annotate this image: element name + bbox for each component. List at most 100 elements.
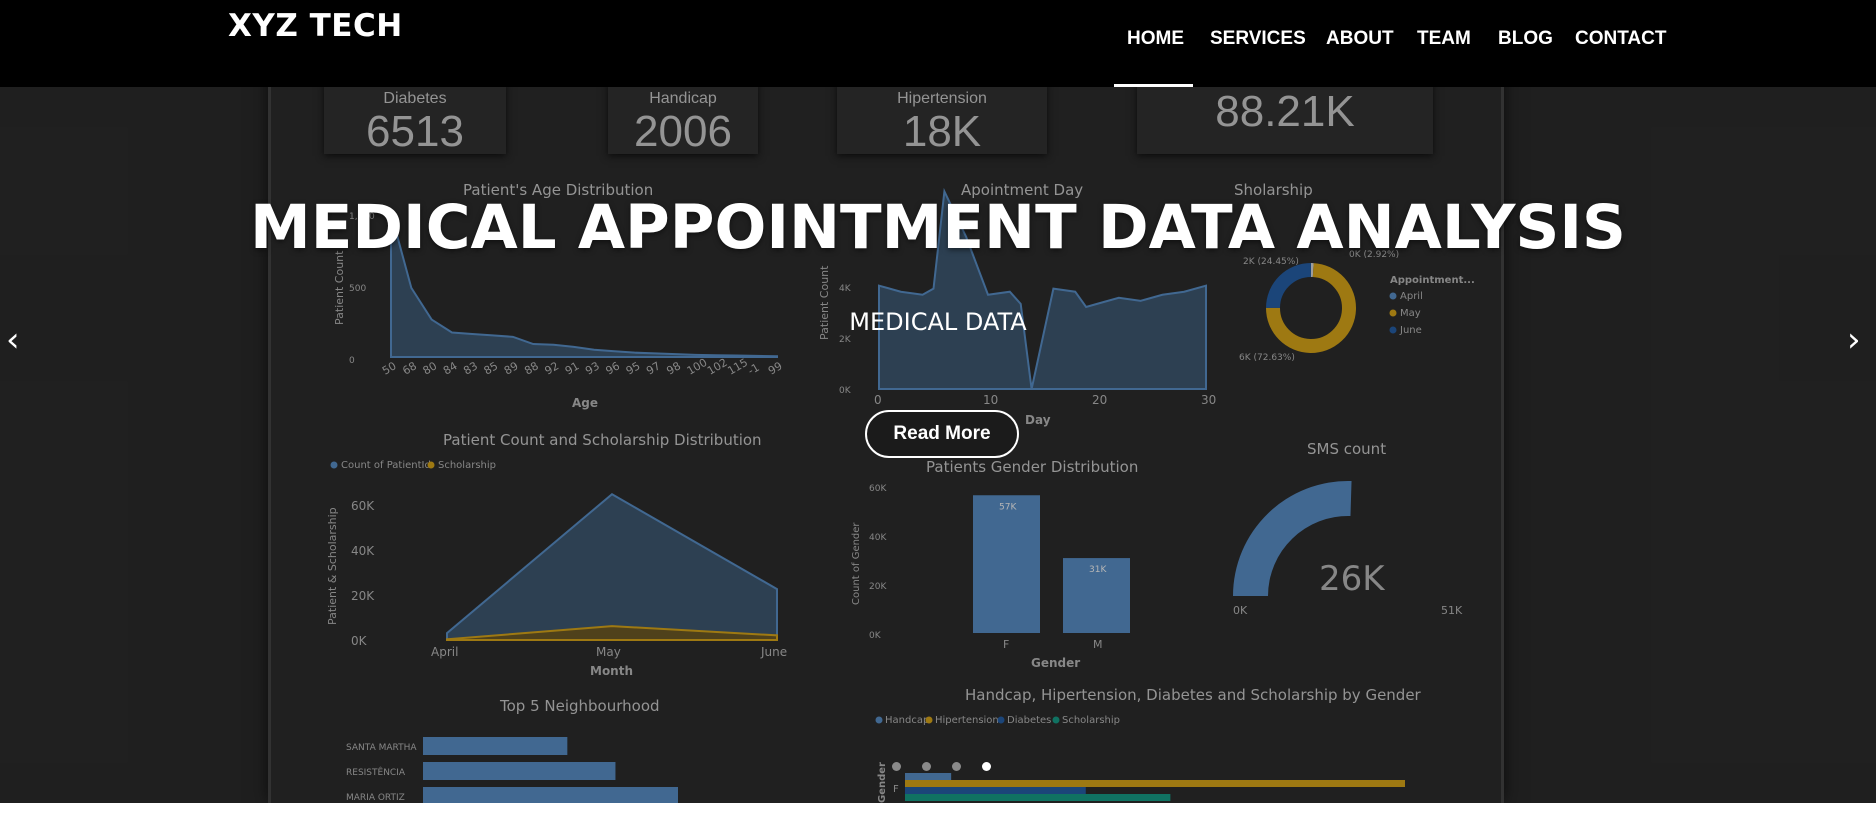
conditions-legend-label: Diabetes bbox=[1007, 715, 1051, 726]
conditions-ytick: F bbox=[893, 784, 899, 795]
conditions-legend-dot bbox=[997, 716, 1005, 724]
age-xtick: 68 bbox=[400, 359, 419, 377]
age-xtick: 99 bbox=[766, 359, 785, 377]
conditions-ylabel: Gender bbox=[877, 762, 888, 803]
legend-scholarship: Scholarship bbox=[438, 460, 496, 471]
scholarship-slice bbox=[1266, 263, 1312, 309]
legend-dot-scholarship bbox=[427, 461, 435, 469]
day-ytick: 2K bbox=[839, 335, 852, 345]
conditions-bar bbox=[905, 787, 1086, 794]
site-logo[interactable]: XYZ TECH bbox=[228, 8, 403, 44]
carousel-dot-1[interactable] bbox=[892, 762, 901, 771]
carousel-dot-3[interactable] bbox=[952, 762, 961, 771]
age-xtick: 97 bbox=[644, 359, 663, 377]
patient-xlabel: Month bbox=[590, 664, 633, 678]
age-xtick: 50 bbox=[380, 359, 399, 377]
neighbourhood-bar bbox=[423, 737, 568, 755]
navbar: XYZ TECH HOME SERVICES ABOUT TEAM BLOG C… bbox=[0, 0, 1876, 87]
conditions-bar bbox=[905, 773, 952, 780]
patient-ytick: 20K bbox=[351, 589, 375, 603]
day-xtick: 20 bbox=[1092, 393, 1107, 407]
conditions-legend-label: Hipertension bbox=[935, 715, 999, 726]
patient-xtick: April bbox=[431, 645, 458, 659]
gender-ylabel: Count of Gender bbox=[851, 522, 862, 605]
gender-ytick: 40K bbox=[869, 533, 887, 543]
conditions-legend-dot bbox=[925, 716, 933, 724]
conditions-legend-dot bbox=[875, 716, 883, 724]
gender-bar bbox=[973, 495, 1040, 633]
age-xtick: 85 bbox=[482, 359, 501, 377]
age-xtick: 91 bbox=[563, 359, 582, 377]
neighbourhood-label: MARIA ORTIZ bbox=[346, 793, 405, 803]
nav-active-indicator bbox=[1114, 84, 1193, 87]
nav-contact[interactable]: CONTACT bbox=[1575, 28, 1666, 50]
age-xtick: 98 bbox=[664, 359, 683, 377]
nav-about[interactable]: ABOUT bbox=[1326, 28, 1394, 50]
neighbourhood-bar bbox=[423, 762, 616, 780]
day-xtick: 0 bbox=[874, 393, 882, 407]
chevron-right-icon[interactable]: › bbox=[1847, 320, 1861, 360]
gender-bar-label: 57K bbox=[999, 502, 1017, 512]
patient-xtick: May bbox=[596, 645, 621, 659]
age-xtick: 88 bbox=[522, 359, 541, 377]
gender-ytick: 60K bbox=[869, 484, 887, 494]
conditions-bar bbox=[905, 780, 1405, 787]
scholarship-legend-label: April bbox=[1400, 291, 1423, 302]
age-xtick: -1 bbox=[746, 361, 762, 378]
gender-xtick: M bbox=[1093, 638, 1103, 651]
conditions-legend-dot bbox=[1052, 716, 1060, 724]
neighbourhood-label: RESISTÊNCIA bbox=[346, 766, 406, 778]
age-xtick: 92 bbox=[543, 359, 562, 377]
chevron-left-icon[interactable]: ‹ bbox=[6, 320, 20, 360]
legend-dot-patients bbox=[330, 461, 338, 469]
patient-xtick: June bbox=[760, 645, 787, 659]
conditions-bar bbox=[905, 794, 1171, 801]
neighbourhood-bar bbox=[423, 787, 678, 803]
age-xtick: 80 bbox=[421, 359, 440, 377]
carousel-dot-4[interactable] bbox=[982, 762, 991, 771]
conditions-legend-label: Handcap bbox=[885, 715, 929, 726]
read-more-button[interactable]: Read More bbox=[865, 410, 1019, 458]
day-xtick: 10 bbox=[983, 393, 998, 407]
scholarship-legend-dot bbox=[1389, 292, 1397, 300]
age-xtick: 93 bbox=[583, 359, 602, 377]
patient-area bbox=[446, 492, 778, 641]
hero-carousel: Diabetes 6513 Handicap 2006 Hipertension… bbox=[0, 0, 1876, 803]
patient-ytick: 0K bbox=[351, 634, 368, 648]
gender-ytick: 0K bbox=[869, 631, 882, 641]
day-ytick: 0K bbox=[839, 386, 852, 396]
sms-gauge-min: 0K bbox=[1233, 604, 1248, 617]
nav-blog[interactable]: BLOG bbox=[1498, 28, 1553, 50]
hero-subtitle: MEDICAL DATA bbox=[849, 308, 1027, 336]
gender-ytick: 20K bbox=[869, 582, 887, 592]
patient-ylabel: Patient & Scholarship bbox=[326, 507, 339, 625]
scholarship-slice-label: 6K (72.63%) bbox=[1239, 353, 1295, 363]
legend-patients: Count of PatientId bbox=[341, 460, 431, 471]
conditions-legend-label: Scholarship bbox=[1062, 715, 1120, 726]
day-xtick: 30 bbox=[1201, 393, 1216, 407]
sms-gauge-value: 26K bbox=[1319, 559, 1386, 599]
gender-xlabel: Gender bbox=[1031, 656, 1080, 670]
nav-home[interactable]: HOME bbox=[1127, 28, 1184, 50]
age-ytick: 500 bbox=[349, 284, 366, 294]
sms-gauge-max: 51K bbox=[1441, 604, 1463, 617]
patient-ytick: 60K bbox=[351, 499, 375, 513]
day-xlabel: Day bbox=[1025, 413, 1051, 427]
age-xtick: 89 bbox=[502, 359, 521, 377]
patient-ytick: 40K bbox=[351, 544, 375, 558]
nav-services[interactable]: SERVICES bbox=[1210, 28, 1306, 50]
age-xtick: 84 bbox=[441, 359, 460, 377]
gender-bar-label: 31K bbox=[1089, 565, 1107, 575]
neighbourhood-label: SANTA MARTHA bbox=[346, 743, 417, 753]
dashboard-charts: 1,0005000 50 68 80 84 83 85 89 88 92 91 93 96 95 97 98 1… bbox=[326, 187, 1475, 803]
age-xtick: 96 bbox=[603, 359, 622, 377]
nav-team[interactable]: TEAM bbox=[1417, 28, 1471, 50]
gender-xtick: F bbox=[1003, 638, 1009, 651]
age-xlabel: Age bbox=[572, 396, 598, 410]
hero-title: MEDICAL APPOINTMENT DATA ANALYSIS bbox=[250, 192, 1626, 263]
age-xtick: 83 bbox=[461, 359, 480, 377]
dashboard-image: Diabetes 6513 Handicap 2006 Hipertension… bbox=[268, 0, 1504, 803]
carousel-dot-2[interactable] bbox=[922, 762, 931, 771]
scholarship-legend-title: Appointment... bbox=[1390, 275, 1475, 286]
age-ytick: 0 bbox=[349, 356, 355, 366]
